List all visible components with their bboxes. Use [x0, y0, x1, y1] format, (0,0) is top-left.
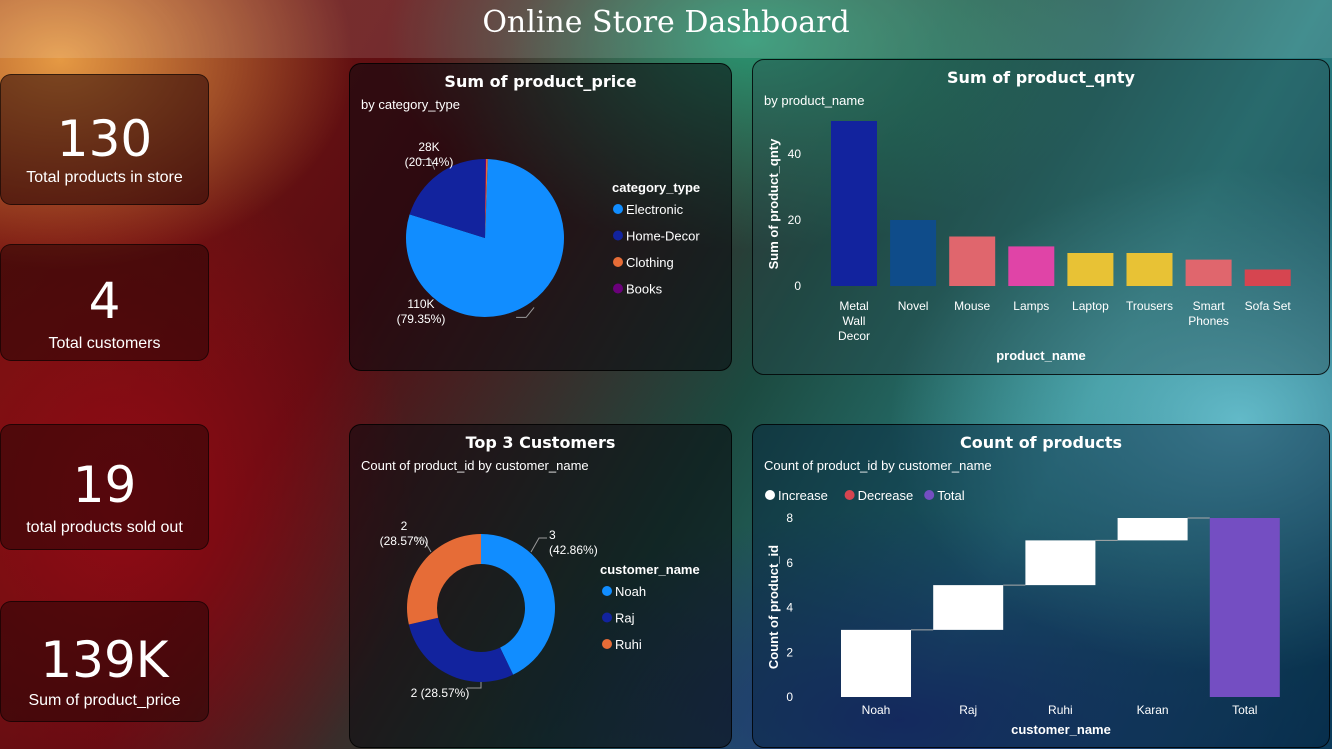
- waterfall-bar-raj: [933, 585, 1004, 630]
- donut-data-label: 3 (42.86%): [549, 528, 598, 557]
- pie-data-label: 28K (20.14%): [405, 140, 454, 169]
- bar-metal-wall-decor: [831, 121, 877, 286]
- waterfall-x-tick-label: Noah: [862, 703, 891, 717]
- bar-novel: [890, 220, 937, 286]
- bar-y-axis-label: Sum of product_qnty: [766, 138, 781, 269]
- bar-x-tick-label: Novel: [898, 299, 929, 313]
- waterfall-bar-total: [1209, 518, 1280, 697]
- kpi-card-total-customers[interactable]: 4 Total customers: [0, 244, 209, 361]
- waterfall-y-axis-label: Count of product_id: [766, 545, 781, 669]
- pie-legend-marker: [613, 283, 623, 294]
- pie-chart-card[interactable]: Sum of product_price by category_type 11…: [349, 63, 732, 371]
- pie-legend-marker: [613, 257, 623, 267]
- waterfall-bar-karan: [1117, 518, 1188, 541]
- donut-leader-line: [530, 537, 547, 553]
- page-title: Online Store Dashboard: [482, 5, 850, 40]
- bar-x-tick-label: Lamps: [1013, 299, 1049, 313]
- donut-legend-marker: [602, 612, 612, 623]
- bar-mouse: [949, 236, 996, 286]
- kpi-value: 4: [88, 272, 121, 330]
- pie-legend-item: Books: [626, 282, 663, 297]
- kpi-card-products-sold-out[interactable]: 19 total products sold out: [0, 424, 209, 550]
- donut-legend-item: Noah: [615, 584, 646, 599]
- bar-laptop: [1067, 253, 1114, 286]
- kpi-value: 19: [72, 456, 137, 514]
- waterfall-x-tick-label: Total: [1232, 703, 1257, 717]
- waterfall-legend-marker: [844, 490, 855, 500]
- donut-chart: 3 (42.86%) 2 (28.57%) 2 (28.57%) customer_nam…: [380, 519, 700, 700]
- bar-x-tick-label: Metal Wall Decor: [838, 299, 870, 343]
- waterfall-chart-card[interactable]: Count of products Count of product_id by…: [752, 424, 1330, 748]
- waterfall-legend-item: Total: [937, 488, 965, 503]
- bar-lamps: [1008, 246, 1055, 286]
- bar-trousers: [1126, 253, 1173, 286]
- waterfall-x-tick-label: Raj: [959, 703, 977, 717]
- waterfall-x-tick-label: Karan: [1137, 703, 1169, 717]
- pie-legend-marker: [613, 204, 623, 214]
- pie-legend-item: Clothing: [626, 255, 674, 270]
- waterfall-y-tick-label: 4: [786, 601, 793, 615]
- donut-data-label: 2 (28.57%): [380, 519, 429, 548]
- waterfall-legend-item: Increase: [778, 488, 828, 503]
- pie-legend-marker: [613, 230, 623, 241]
- pie-legend-item: Electronic: [626, 202, 684, 217]
- donut-legend-title: customer_name: [600, 562, 700, 577]
- donut-legend-item: Ruhi: [615, 637, 642, 652]
- bar-x-tick-label: Smart Phones: [1188, 299, 1229, 328]
- kpi-card-total-products[interactable]: 130 Total products in store: [0, 74, 209, 205]
- kpi-value: 130: [56, 110, 153, 168]
- kpi-label: Total customers: [48, 335, 161, 352]
- donut-chart-card[interactable]: Top 3 Customers Count of product_id by c…: [349, 424, 732, 748]
- waterfall-y-tick-label: 0: [786, 690, 793, 704]
- kpi-label: Total products in store: [26, 169, 183, 186]
- pie-legend-title: category_type: [612, 180, 700, 195]
- waterfall-y-tick-label: 2: [786, 645, 793, 659]
- waterfall-x-axis-label: customer_name: [1011, 722, 1111, 737]
- bar-sofa-set: [1244, 269, 1291, 286]
- donut-legend-item: Raj: [615, 611, 635, 626]
- bar-chart: 0 20 40 Metal Wall Decor Novel Mouse Lamps Laptop…: [766, 121, 1292, 363]
- bar-x-axis-label: product_name: [996, 348, 1086, 363]
- donut-slice-raj: [408, 617, 514, 682]
- donut-legend-marker: [602, 586, 612, 596]
- donut-legend-marker: [602, 639, 612, 649]
- waterfall-y-tick-label: 8: [786, 511, 793, 525]
- waterfall-chart: Increase Decrease Total 0 2 4 6 8 Noah Raj Ruhi Kar…: [765, 488, 1280, 737]
- header-bar: Online Store Dashboard: [0, 0, 1332, 58]
- kpi-label: Sum of product_price: [28, 692, 181, 709]
- bar-smart-phones: [1185, 259, 1232, 286]
- kpi-label: total products sold out: [26, 519, 183, 536]
- bar-x-tick-label: Sofa Set: [1245, 299, 1292, 313]
- waterfall-bar-noah: [841, 629, 911, 697]
- pie-legend-item: Home-Decor: [626, 229, 700, 244]
- waterfall-legend-item: Decrease: [858, 488, 914, 503]
- waterfall-bar-ruhi: [1025, 540, 1096, 586]
- bar-y-tick-label: 40: [788, 147, 802, 161]
- waterfall-y-tick-label: 6: [786, 556, 793, 570]
- bar-y-tick-label: 0: [794, 279, 801, 293]
- kpi-value: 139K: [40, 631, 169, 689]
- bar-x-tick-label: Laptop: [1072, 299, 1109, 313]
- waterfall-legend-marker: [765, 490, 775, 500]
- donut-data-label: 2 (28.57%): [411, 686, 470, 700]
- pie-chart: 110K (79.35%)28K (20.14%)category_typeElec…: [397, 140, 701, 326]
- kpi-card-sum-price[interactable]: 139K Sum of product_price: [0, 601, 209, 722]
- bar-x-tick-label: Trousers: [1126, 299, 1173, 313]
- bar-chart-card[interactable]: Sum of product_qnty by product_name 0 20 4…: [752, 59, 1330, 375]
- bar-x-tick-label: Mouse: [954, 299, 990, 313]
- waterfall-legend-marker: [924, 490, 935, 500]
- waterfall-x-tick-label: Ruhi: [1048, 703, 1073, 717]
- bar-y-tick-label: 20: [788, 213, 802, 227]
